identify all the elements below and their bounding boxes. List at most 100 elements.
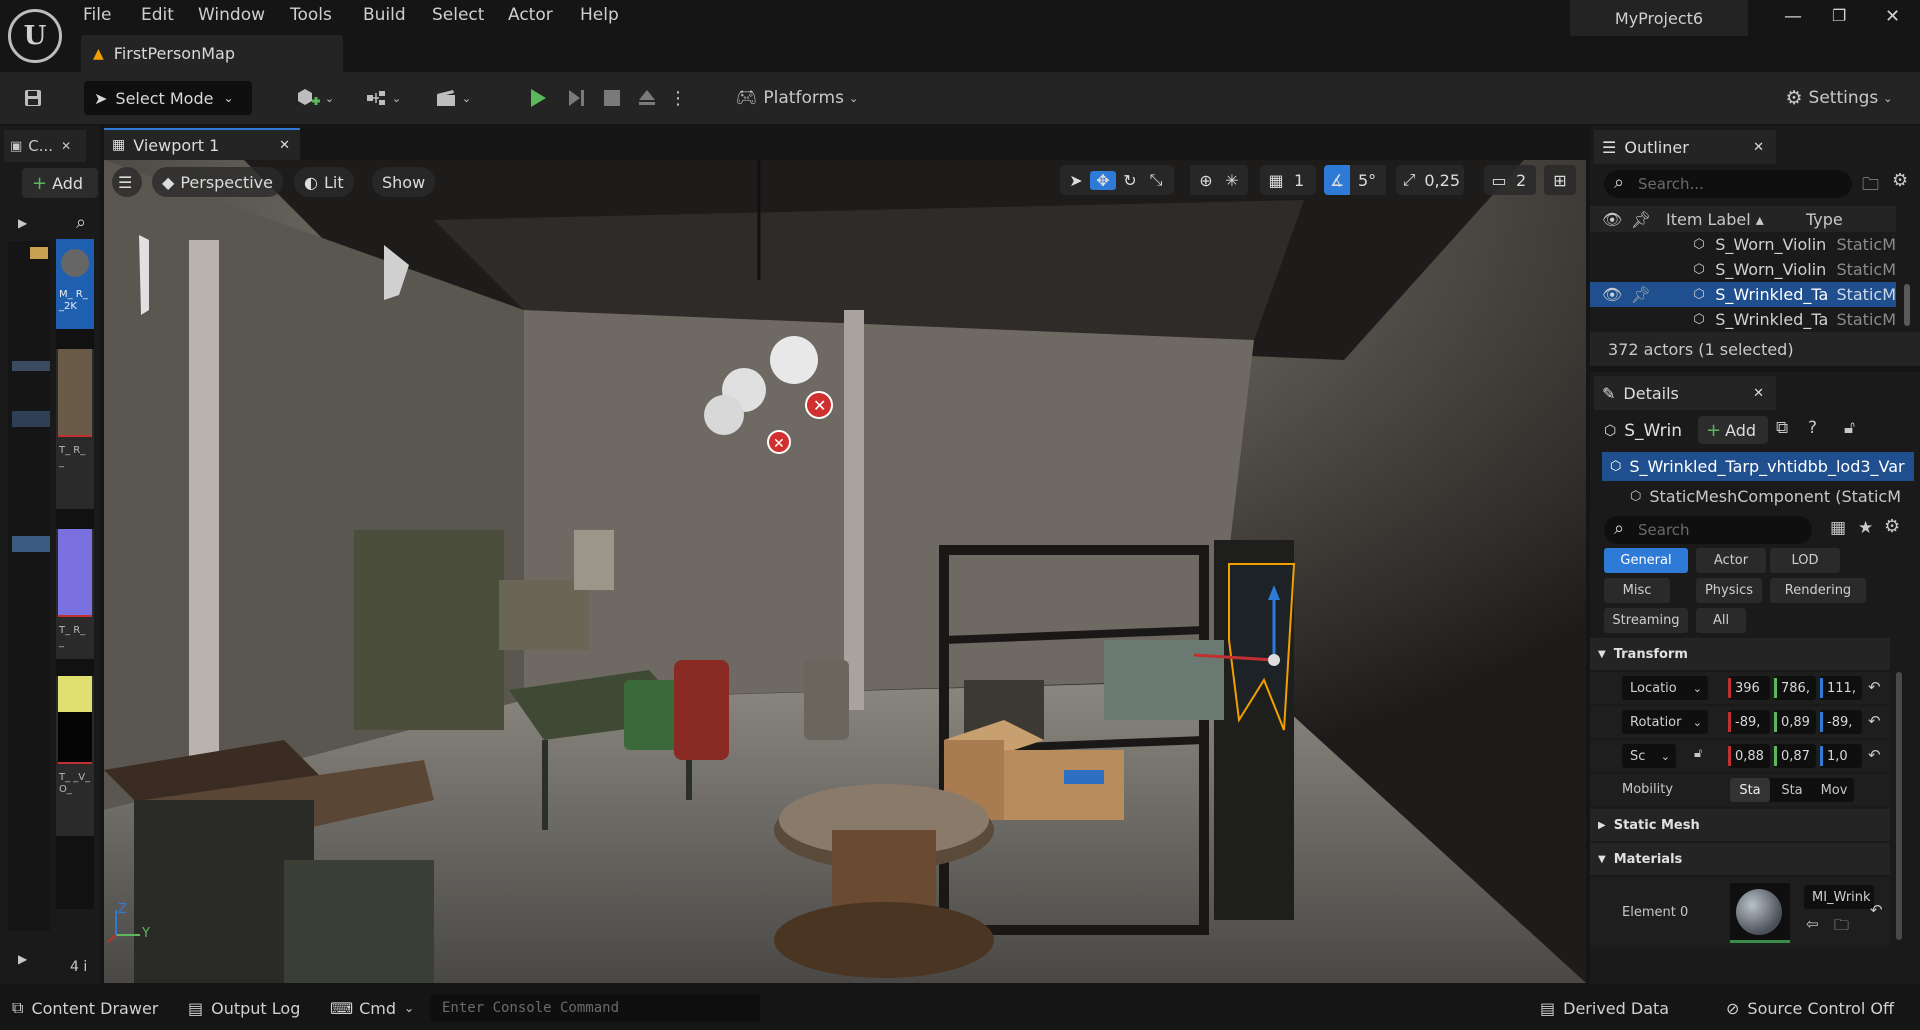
menu-help[interactable]: Help — [580, 5, 619, 25]
chevron-right-icon[interactable]: ▶ — [18, 216, 27, 230]
details-scrollbar[interactable] — [1896, 672, 1902, 940]
close-icon[interactable]: ✕ — [279, 138, 290, 153]
source-control-button[interactable]: ⊘ Source Control Off — [1726, 992, 1894, 1024]
eject-icon[interactable] — [632, 80, 662, 116]
column-item-label[interactable]: Item Label ▴ — [1666, 210, 1806, 229]
level-viewport[interactable]: ✕ ✕ Z Y ☰ ◆ Perspective ◐ Lit Show ➤ ✥ ↻… — [104, 160, 1586, 983]
category-misc[interactable]: Misc — [1604, 578, 1670, 603]
asset-tile[interactable]: T_ R_ _ — [56, 529, 94, 659]
play-icon[interactable] — [520, 80, 556, 116]
column-type[interactable]: Type — [1806, 210, 1843, 229]
lit-button[interactable]: ◐ Lit — [294, 167, 354, 197]
add-content-button[interactable]: + Add — [22, 168, 98, 198]
select-tool-icon[interactable]: ➤ — [1064, 171, 1088, 190]
cinematics-icon[interactable]: ⌄ — [430, 80, 476, 116]
asset-tile[interactable]: M_ R_ _2K — [56, 239, 94, 329]
mobility-movable[interactable]: Mov — [1814, 778, 1854, 802]
content-drawer-button[interactable]: ⧉ Content Drawer — [12, 992, 158, 1024]
outliner-row[interactable]: ⬡ S_Wrinkled_Ta StaticM — [1590, 307, 1896, 332]
folder-icon[interactable] — [30, 247, 48, 259]
category-physics[interactable]: Physics — [1696, 578, 1762, 603]
material-thumbnail[interactable] — [1730, 883, 1790, 943]
component-child[interactable]: ⬡ StaticMeshComponent (StaticM — [1630, 482, 1914, 510]
angle-snap[interactable]: ∡ 5° — [1324, 165, 1386, 195]
tab-details[interactable]: ✎ Details ✕ — [1594, 376, 1776, 410]
outliner-row[interactable]: ⬡ S_Worn_Violin StaticM — [1590, 232, 1896, 257]
select-mode-dropdown[interactable]: ➤ Select Mode ⌄ — [84, 81, 252, 115]
outliner-search-input[interactable]: ⌕ Search... — [1604, 170, 1852, 198]
rotation-z-field[interactable]: -89, — [1820, 710, 1862, 734]
move-tool-icon[interactable]: ✥ — [1090, 170, 1116, 190]
menu-actor[interactable]: Actor — [508, 5, 553, 25]
menu-edit[interactable]: Edit — [141, 5, 174, 25]
lock-icon[interactable]: 🔓︎ — [1844, 418, 1855, 438]
stop-icon[interactable] — [597, 80, 627, 116]
perspective-button[interactable]: ◆ Perspective — [152, 167, 283, 197]
location-z-field[interactable]: 111, — [1820, 676, 1862, 700]
camera-speed[interactable]: ▭ 2 — [1484, 165, 1536, 195]
mobility-stationary[interactable]: Sta — [1772, 778, 1812, 802]
outliner-scrollbar[interactable] — [1904, 284, 1910, 326]
category-general[interactable]: General — [1604, 548, 1688, 573]
details-search-input[interactable]: ⌕ Search — [1604, 516, 1812, 544]
menu-window[interactable]: Window — [198, 5, 265, 25]
category-all[interactable]: All — [1696, 608, 1746, 633]
scale-y-field[interactable]: 0,87 — [1774, 744, 1816, 768]
gear-icon[interactable]: ⚙ — [1884, 516, 1900, 537]
category-streaming[interactable]: Streaming — [1604, 608, 1688, 633]
viewport-menu-icon[interactable]: ☰ — [112, 167, 142, 197]
close-window-icon[interactable]: ✕ — [1885, 6, 1900, 27]
help-icon[interactable]: ? — [1808, 418, 1817, 438]
show-button[interactable]: Show — [372, 167, 436, 197]
advance-frame-icon[interactable] — [560, 80, 592, 116]
output-log-button[interactable]: ▤ Output Log — [188, 992, 300, 1024]
search-icon[interactable]: ⌕ — [76, 212, 86, 233]
chevron-right-icon[interactable]: ▶ — [18, 952, 27, 966]
mobility-static[interactable]: Sta — [1730, 778, 1770, 802]
category-rendering[interactable]: Rendering — [1770, 578, 1866, 603]
scale-lock-icon[interactable]: 🔓︎ — [1694, 746, 1702, 761]
pin-icon[interactable]: 📌︎ — [1626, 285, 1656, 304]
grid-snap[interactable]: ▦ 1 — [1260, 165, 1316, 195]
location-x-field[interactable]: 396 — [1728, 676, 1770, 700]
section-materials[interactable]: ▼ Materials — [1590, 843, 1890, 875]
platforms-button[interactable]: 🎮︎ Platforms ⌄ — [732, 80, 862, 116]
tree-item[interactable] — [12, 411, 50, 427]
surface-snap-icon[interactable]: ✳ — [1220, 171, 1244, 190]
section-transform[interactable]: ▼ Transform — [1590, 638, 1890, 670]
category-lod[interactable]: LOD — [1770, 548, 1840, 573]
scale-dropdown[interactable]: Sc ⌄ — [1622, 744, 1676, 768]
tab-viewport[interactable]: ▦ Viewport 1 ✕ — [104, 128, 300, 160]
outliner-row[interactable]: ⬡ S_Worn_Violin StaticM — [1590, 257, 1896, 282]
close-icon[interactable]: ✕ — [1753, 140, 1764, 155]
visibility-eye-icon[interactable]: 👁︎ — [1602, 210, 1626, 229]
save-icon[interactable] — [18, 80, 48, 116]
menu-select[interactable]: Select — [432, 5, 484, 25]
scale-tool-icon[interactable]: ⤡ — [1144, 170, 1168, 190]
blueprint-icon[interactable]: ⌄ — [360, 80, 406, 116]
console-input[interactable]: Enter Console Command — [430, 994, 760, 1022]
close-icon[interactable]: ✕ — [61, 139, 71, 153]
pin-icon[interactable]: 📌︎ — [1626, 210, 1656, 229]
close-icon[interactable]: ✕ — [1753, 386, 1764, 401]
rotation-dropdown[interactable]: Rotatior ⌄ — [1622, 710, 1708, 734]
location-dropdown[interactable]: Locatio ⌄ — [1622, 676, 1708, 700]
restore-icon[interactable]: ❐ — [1832, 6, 1846, 25]
world-icon[interactable]: ⊕ — [1194, 171, 1218, 190]
cmd-dropdown[interactable]: ⌨ Cmd ⌄ — [330, 992, 414, 1024]
visibility-eye-icon[interactable]: 👁︎ — [1602, 285, 1626, 304]
reset-icon[interactable]: ↶ — [1868, 678, 1881, 696]
asset-tile[interactable]: T_ R_ _ — [56, 349, 94, 509]
tree-item[interactable] — [12, 361, 50, 371]
play-options-icon[interactable]: ⋮ — [669, 80, 687, 116]
layout-icon[interactable]: ⊞ — [1544, 165, 1576, 195]
asset-tile[interactable]: T_ _V_ O_ — [56, 676, 94, 836]
reset-icon[interactable]: ↶ — [1868, 746, 1881, 764]
gear-icon[interactable]: ⚙ — [1892, 170, 1908, 191]
settings-button[interactable]: ⚙ Settings ⌄ — [1782, 80, 1896, 116]
tab-map[interactable]: ▲ FirstPersonMap — [81, 35, 343, 72]
menu-tools[interactable]: Tools — [290, 5, 332, 25]
rotate-tool-icon[interactable]: ↻ — [1118, 171, 1142, 190]
rotation-x-field[interactable]: -89, — [1728, 710, 1770, 734]
tree-item-selected[interactable] — [12, 536, 50, 552]
